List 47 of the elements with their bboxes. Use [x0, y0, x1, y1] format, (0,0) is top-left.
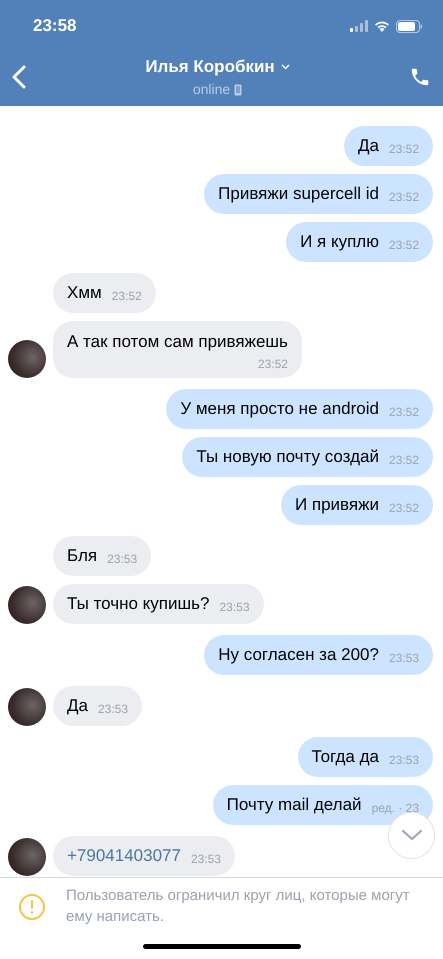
message-time: 23:53	[107, 550, 138, 568]
message-time: 23:53	[190, 850, 221, 868]
back-icon[interactable]	[12, 65, 26, 89]
message-text: Ну согласен за 200?	[218, 644, 379, 666]
message-text: Да	[67, 694, 88, 717]
call-icon[interactable]	[409, 66, 431, 88]
message-text: Ты точно купишь?	[67, 592, 210, 615]
message-time: ред. · 23	[372, 800, 419, 816]
status-time: 23:58	[33, 15, 76, 38]
message-time: 23:52	[388, 237, 419, 254]
message-text: И привяжи	[294, 494, 379, 516]
phone-device-icon	[234, 84, 242, 96]
message-text: И я куплю	[300, 231, 379, 254]
contact-name[interactable]: Илья Коробкин	[145, 54, 275, 80]
message-time: 23:53	[219, 598, 250, 616]
online-status: online	[192, 80, 230, 100]
message-time: 23:53	[388, 752, 419, 768]
message-text: Да	[358, 135, 379, 158]
message-text: Привяжи supercell id	[218, 183, 379, 206]
message-time: 23:52	[388, 404, 419, 420]
warning-icon	[18, 893, 46, 921]
message-text: Ты новую почту создай	[196, 446, 379, 468]
wifi-icon	[374, 20, 390, 32]
message-text: А так потом сам привяжешь	[67, 331, 288, 353]
restriction-notice: Пользователь ограничил круг лиц, которые могут ему написать.	[66, 886, 411, 927]
battery-icon	[396, 20, 423, 32]
message-time: 23:52	[112, 288, 142, 305]
message-time: 23:52	[388, 141, 419, 158]
chevron-down-icon	[402, 830, 422, 841]
message-time: 23:52	[388, 189, 419, 206]
message-text: Почту mail делай	[226, 794, 362, 816]
message-time: 23:53	[98, 700, 128, 718]
message-time: 23:52	[258, 356, 288, 372]
avatar[interactable]	[8, 586, 46, 624]
message-time: 23:52	[388, 500, 419, 516]
avatar[interactable]	[8, 838, 46, 876]
message-time: 23:52	[388, 452, 419, 468]
message-text: У меня просто не android	[180, 398, 379, 420]
message-text: Бля	[67, 544, 98, 567]
message-text: Тогда да	[312, 746, 379, 768]
avatar[interactable]	[8, 340, 46, 378]
message-text: Хмм	[67, 282, 102, 304]
chevron-down-icon[interactable]	[280, 64, 290, 70]
message-text[interactable]: +79041403077	[67, 842, 181, 868]
message-time: 23:53	[388, 650, 419, 666]
signal-icon	[350, 20, 368, 32]
avatar[interactable]	[8, 688, 46, 726]
